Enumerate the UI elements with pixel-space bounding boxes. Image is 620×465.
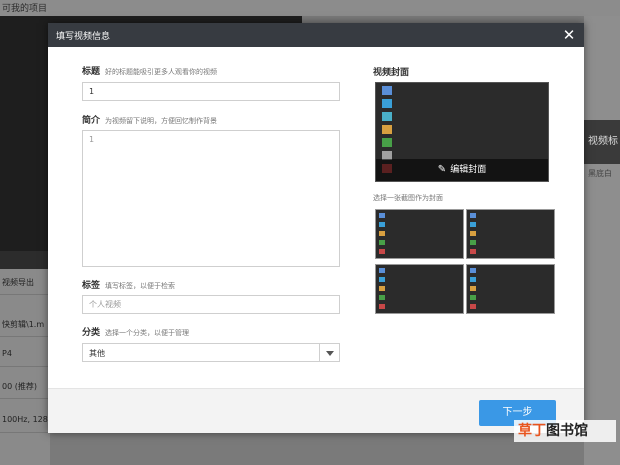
dialog-header: 填写视频信息 ✕: [48, 23, 584, 47]
cover-pick-hint: 选择一张截图作为封面: [373, 194, 443, 202]
category-label: 分类 选择一个分类，以便于管理: [82, 325, 189, 338]
screenshot-thumbnail[interactable]: [466, 209, 555, 259]
desktop-icons: [470, 213, 482, 258]
tags-hint: 填写标签，以便于检索: [105, 282, 176, 290]
tags-label-text: 标签: [82, 281, 101, 291]
category-value: 其他: [89, 349, 105, 358]
title-label-text: 标题: [82, 67, 101, 77]
bg-right-button: 视频标: [584, 120, 620, 164]
cover-preview[interactable]: ✎ 编辑封面: [375, 82, 549, 182]
screenshot-thumbnail[interactable]: [375, 209, 464, 259]
bg-row: 视频导出: [0, 269, 50, 295]
bg-right-panel: 视频标 黑底白: [584, 16, 620, 465]
watermark: 草丁图书馆: [514, 420, 616, 442]
cover-label: 视频封面: [373, 68, 410, 78]
pencil-icon: ✎: [437, 164, 447, 175]
bg-topbar: 可我的项目: [0, 0, 620, 16]
title-hint: 好的标题能吸引更多人观看你的视频: [105, 68, 218, 76]
desktop-icons: [379, 268, 391, 313]
dialog-title: 填写视频信息: [56, 32, 111, 42]
desktop-icons: [379, 213, 391, 258]
dialog-footer: 下一步: [48, 388, 584, 433]
watermark-highlight: 草丁: [518, 423, 546, 439]
title-input[interactable]: [82, 82, 340, 101]
watermark-rest: 图书馆: [546, 423, 588, 439]
screenshot-thumbnail[interactable]: [375, 264, 464, 314]
screenshot-thumbnail[interactable]: [466, 264, 555, 314]
intro-label: 简介 为视频留下说明，方便回忆制作背景: [82, 113, 217, 126]
bg-row: 100Hz, 128: [0, 407, 50, 433]
bg-row: P4: [0, 341, 50, 367]
bg-row: 00 (推荐): [0, 373, 50, 399]
video-info-dialog: 填写视频信息 ✕ 标题好的标题能吸引更多人观看你的视频 简介为视频留下说明，方便…: [48, 23, 584, 433]
tags-input[interactable]: [82, 295, 340, 314]
category-hint: 选择一个分类，以便于管理: [105, 329, 190, 337]
desktop-icons: [470, 268, 482, 313]
tags-label: 标签 填写标签，以便于检索: [82, 278, 175, 291]
title-label: 标题 好的标题能吸引更多人观看你的视频: [82, 64, 217, 77]
intro-label-text: 简介: [82, 116, 101, 126]
bg-row: 快剪辑\1.m: [0, 311, 50, 337]
category-label-text: 分类: [82, 328, 101, 338]
intro-textarea[interactable]: 1: [82, 130, 340, 267]
chevron-down-icon[interactable]: [319, 344, 339, 361]
close-icon[interactable]: ✕: [560, 26, 578, 44]
intro-hint: 为视频留下说明，方便回忆制作背景: [105, 117, 218, 125]
bg-right-sub: 黑底白: [588, 169, 612, 178]
edit-cover-label: 编辑封面: [450, 165, 487, 175]
edit-cover-button[interactable]: ✎ 编辑封面: [376, 159, 548, 181]
bg-top-text: 可我的项目: [2, 4, 48, 14]
category-select[interactable]: 其他: [82, 343, 340, 362]
bg-export-panel: 视频导出 快剪辑\1.m P4 00 (推荐) 100Hz, 128: [0, 269, 50, 465]
